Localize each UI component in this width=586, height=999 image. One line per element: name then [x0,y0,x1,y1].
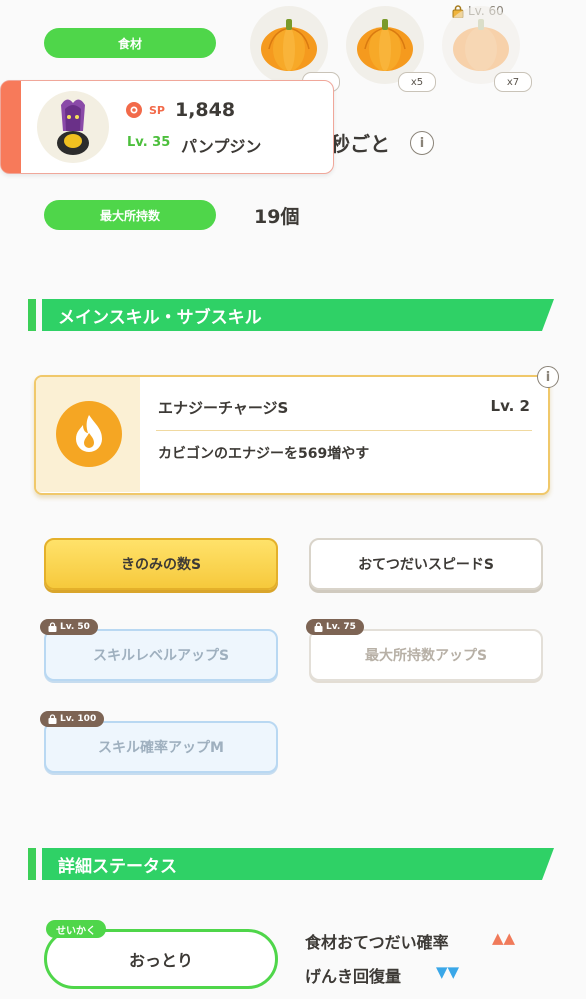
lock-icon [314,622,323,632]
sub-skill-3-button[interactable]: スキルレベルアップS [44,629,278,681]
skills-section-header: メインスキル・サブスキル [28,299,554,331]
gourgeist-icon [57,99,89,155]
main-skill-description: カビゴンのエナジーを569増やす [158,446,370,462]
pokemon-level: Lv. 35 [127,135,171,150]
nature-box[interactable]: おっとり [44,929,278,989]
sub-skill-1-button[interactable]: きのみの数S [44,538,278,590]
main-skill-name: エナジーチャージS [158,399,289,417]
main-skill-level: Lv. 2 [490,397,530,415]
details-section-title: 詳細ステータス [42,848,554,880]
nature-effect-2-label: げんき回復量 [305,967,402,986]
main-skill-info-icon[interactable]: i [537,366,559,388]
sp-label: SP [149,103,165,117]
pumpkin-icon [453,19,509,71]
pumpkin-icon [261,19,317,71]
nature-effect-2-arrows: ▼▼ [436,963,460,981]
lock-icon [48,714,57,724]
sub-skill-4-button[interactable]: 最大所持数アップS [309,629,543,681]
strength-value: 1,848 [174,99,236,121]
sub-skill-2-button[interactable]: おてつだいスピードS [309,538,543,590]
pokemon-card[interactable]: SP 1,848 Lv. 35 パンプジン [0,80,334,174]
pokemon-card-accent [1,81,21,173]
details-section-header: 詳細ステータス [28,848,554,880]
pokemon-name: パンプジン [181,137,262,156]
skills-section-title: メインスキル・サブスキル [42,299,554,331]
main-skill-divider [156,430,532,431]
nature-tag: せいかく [46,920,106,938]
strength-row: SP 1,848 [125,99,235,121]
pokeball-icon [126,102,142,118]
nature-effect-1-arrows: ▲▲ [492,929,516,947]
pokemon-avatar [37,91,109,163]
sub-skill-5-lock-tag: Lv. 100 [40,711,105,727]
sub-skill-5-button[interactable]: スキル確率アップM [44,721,278,773]
pumpkin-icon [357,19,413,71]
ingredients-label: 食材 [44,28,216,58]
flame-icon [76,415,102,452]
help-interval-text: 秒ごと [330,132,390,156]
sub-skill-3-lock-tag: Lv. 50 [40,619,98,635]
help-interval-info-icon[interactable]: i [410,131,434,155]
max-carry-label: 最大所持数 [44,200,216,230]
nature-effect-1-label: 食材おてつだい確率 [305,933,449,952]
lock-icon [48,622,57,632]
max-carry-value: 19個 [254,206,300,228]
ingredient-count-2: x5 [398,72,436,92]
main-skill-card[interactable]: エナジーチャージS Lv. 2 カビゴンのエナジーを569増やす [34,375,550,495]
sub-skill-4-lock-tag: Lv. 75 [306,619,364,635]
skill-icon-circle [56,401,122,467]
ingredient-count-3: x7 [494,72,532,92]
